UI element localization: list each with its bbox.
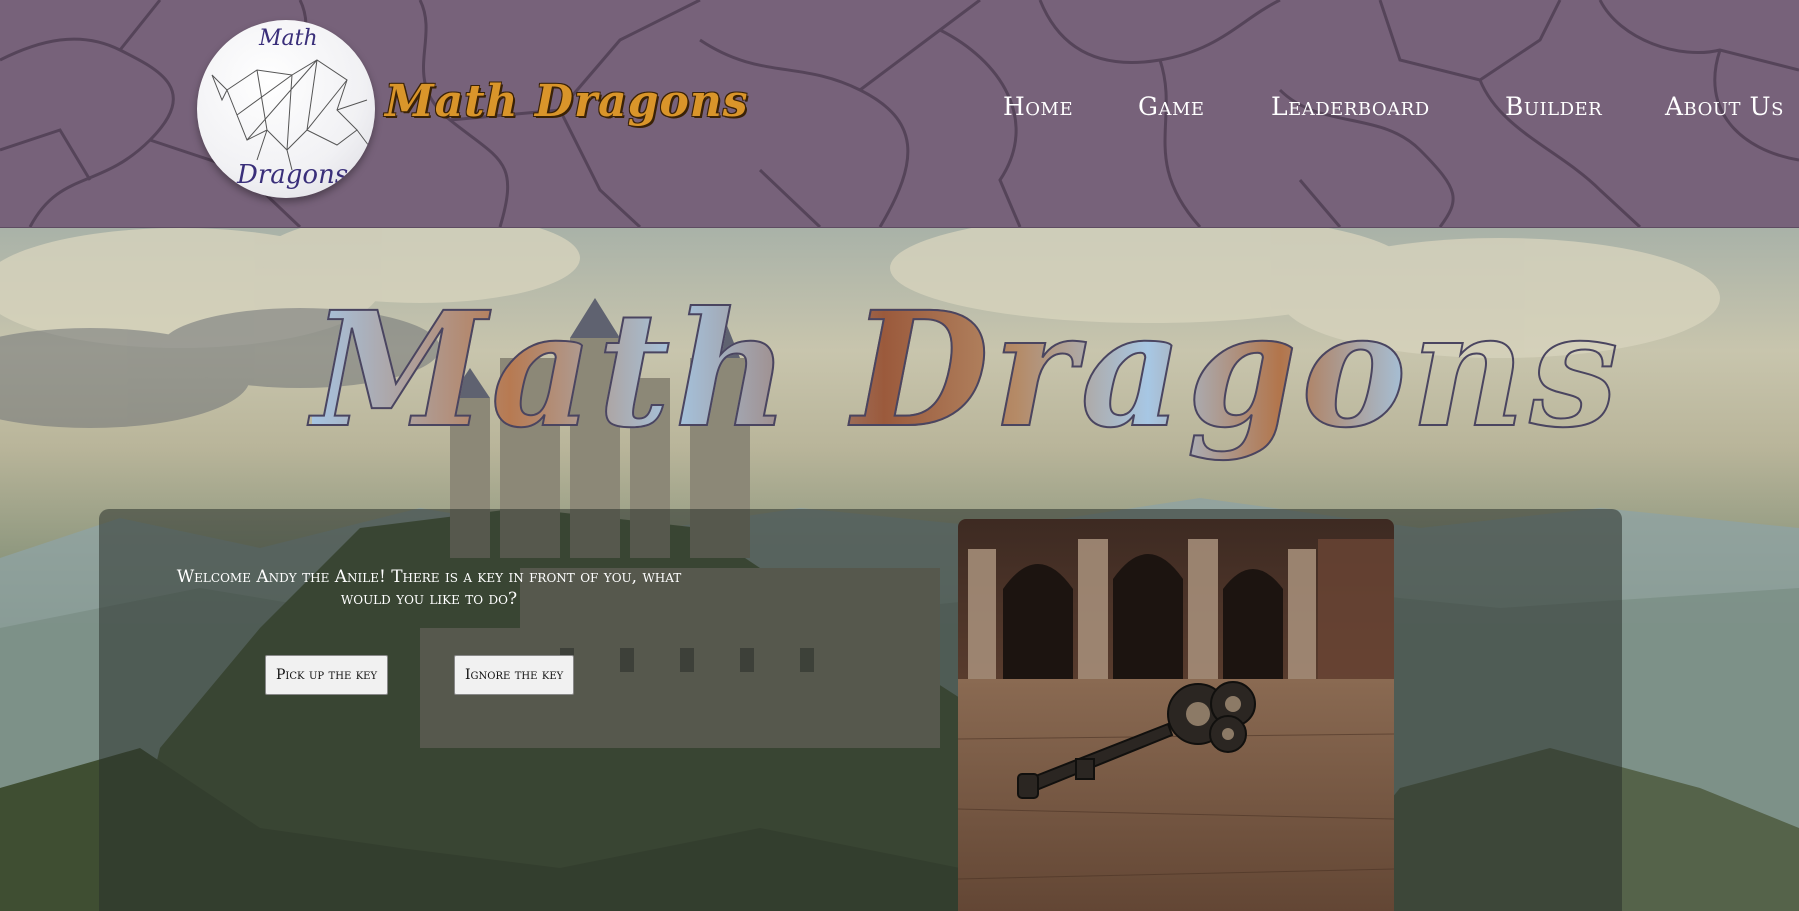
main-nav: Home Game Leaderboard Builder About Us: [0, 92, 1799, 128]
logo-text-math: Math: [259, 26, 318, 51]
story-text: Welcome Andy the Anile! There is a key i…: [176, 567, 682, 609]
nav-builder[interactable]: Builder: [1505, 92, 1602, 121]
nav-game[interactable]: Game: [1138, 92, 1205, 121]
hero-section: Math Dragons Welcome Andy the Anile! The…: [0, 228, 1799, 911]
logo-text-dragons: Dragons: [237, 160, 349, 190]
pick-up-key-button[interactable]: Pick up the key: [265, 655, 389, 695]
hero-title: Math Dragons: [311, 277, 1623, 464]
key-scene-image: [958, 519, 1394, 911]
story-panel: Welcome Andy the Anile! There is a key i…: [99, 509, 1622, 911]
ignore-key-button[interactable]: Ignore the key: [454, 655, 575, 695]
nav-leaderboard[interactable]: Leaderboard: [1271, 92, 1430, 121]
key-on-table-icon: [958, 519, 1394, 911]
site-header: Math Dragons Math Dragons Home Game Lead…: [0, 0, 1799, 228]
nav-home[interactable]: Home: [1003, 92, 1073, 121]
nav-about-us[interactable]: About Us: [1665, 92, 1784, 121]
